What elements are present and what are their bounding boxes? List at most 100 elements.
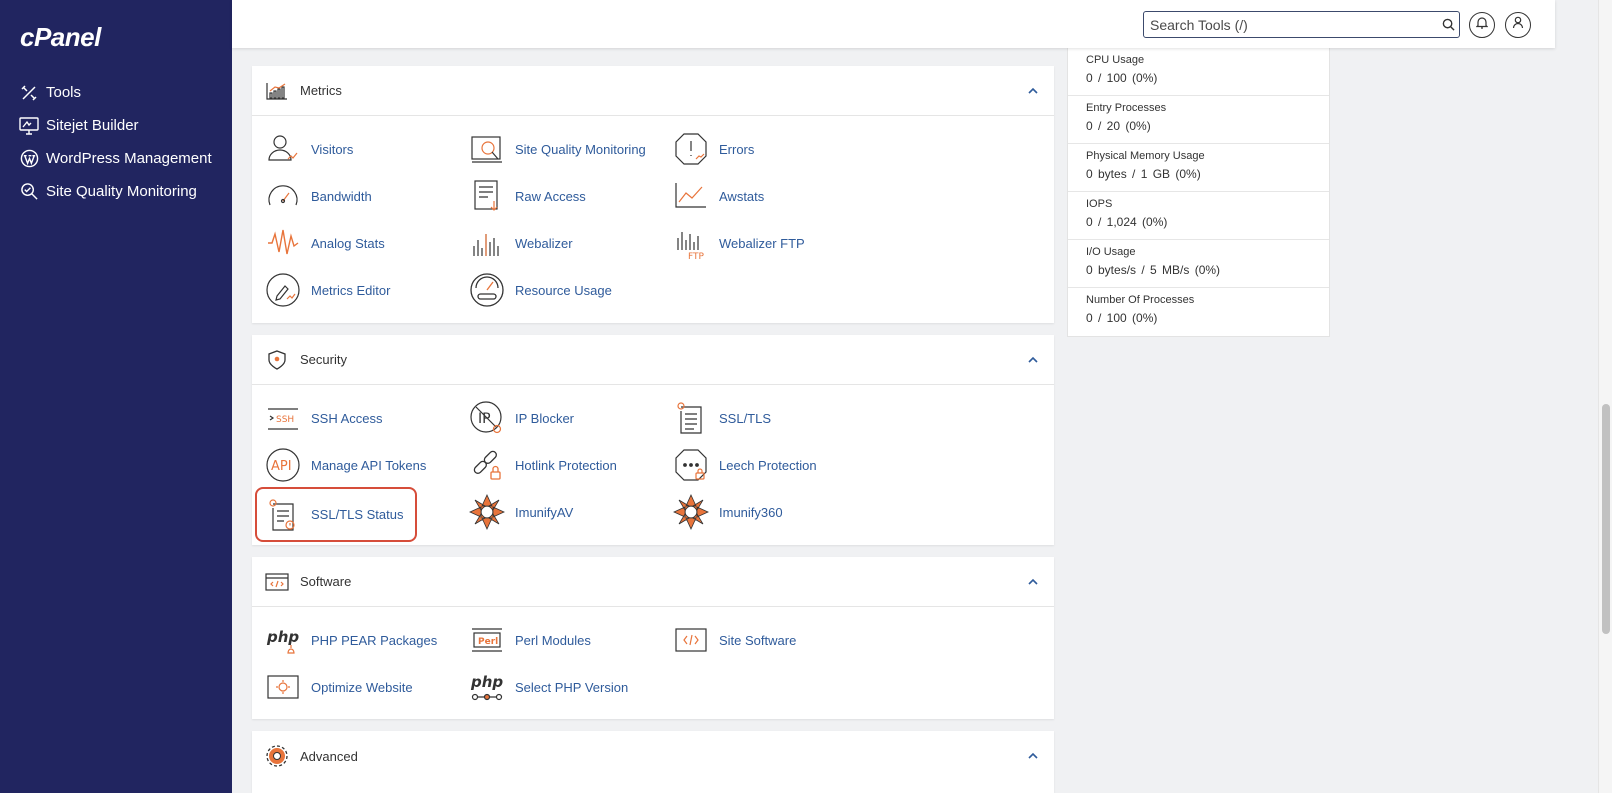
tool-bandwidth[interactable]: Bandwidth — [265, 176, 372, 216]
stat-value: 0 bytes/s / 5 MB/s (0%) — [1086, 263, 1221, 277]
webalizer-ftp-icon: FTP — [673, 225, 709, 261]
tool-errors[interactable]: Errors — [673, 129, 754, 169]
stat-physical-memory: Physical Memory Usage 0 bytes / 1 GB (0%… — [1068, 144, 1329, 192]
tool-site-quality-monitoring[interactable]: Site Quality Monitoring — [469, 129, 646, 169]
user-button[interactable] — [1505, 12, 1531, 38]
svg-text:IP: IP — [478, 411, 491, 427]
tool-php-pear-packages[interactable]: php PHP PEAR Packages — [265, 620, 437, 660]
chevron-up-icon[interactable] — [1026, 84, 1040, 98]
tool-resource-usage[interactable]: Resource Usage — [469, 270, 612, 310]
sidebar: cPanel Tools Sitejet Builder WordPress M… — [0, 0, 232, 793]
top-bar — [232, 0, 1555, 48]
stat-number-of-processes: Number Of Processes 0 / 100 (0%) — [1068, 288, 1329, 336]
tool-raw-access[interactable]: Raw Access — [469, 176, 586, 216]
svg-text:FTP: FTP — [688, 252, 705, 260]
stat-title: Physical Memory Usage — [1086, 150, 1205, 162]
tool-manage-api-tokens[interactable]: API Manage API Tokens — [265, 445, 426, 485]
software-panel: Software php PHP PEAR Packages Perl Perl… — [252, 557, 1054, 719]
sidebar-item-wordpress[interactable]: WordPress Management — [0, 142, 232, 175]
awstats-icon — [673, 178, 709, 214]
tool-awstats[interactable]: Awstats — [673, 176, 764, 216]
chevron-up-icon[interactable] — [1026, 575, 1040, 589]
search-icon[interactable] — [1437, 12, 1459, 37]
metrics-icon — [265, 79, 289, 103]
bell-icon — [1475, 16, 1489, 34]
metrics-panel: Metrics Visitors Site Quality Monitoring… — [252, 66, 1054, 323]
tool-webalizer-ftp[interactable]: FTP Webalizer FTP — [673, 223, 805, 263]
tool-ip-blocker[interactable]: IP IP Blocker — [469, 398, 574, 438]
visitors-icon — [265, 131, 301, 167]
cpanel-logo[interactable]: cPanel — [20, 22, 101, 53]
shield-icon — [265, 348, 289, 372]
tool-optimize-website[interactable]: Optimize Website — [265, 667, 413, 707]
svg-text:Perl: Perl — [478, 637, 498, 647]
software-header[interactable]: Software — [252, 557, 1054, 607]
svg-text:php: php — [266, 628, 299, 646]
tool-analog-stats[interactable]: Analog Stats — [265, 223, 385, 263]
software-icon — [265, 570, 289, 594]
tool-perl-modules[interactable]: Perl Perl Modules — [469, 620, 591, 660]
metrics-editor-icon — [265, 272, 301, 308]
statistics-panel: CPU Usage 0 / 100 (0%) Entry Processes 0… — [1067, 48, 1330, 337]
security-panel: Security SSH SSH Access IP IP Blocker SS… — [252, 335, 1054, 545]
tool-ssh-access[interactable]: SSH SSH Access — [265, 398, 383, 438]
scrollbar-thumb[interactable] — [1602, 404, 1610, 634]
tool-site-software[interactable]: Site Software — [673, 620, 796, 660]
tool-visitors[interactable]: Visitors — [265, 129, 353, 169]
svg-text:API: API — [271, 459, 292, 474]
sidebar-item-label: Sitejet Builder — [46, 117, 139, 134]
tool-select-php-version[interactable]: php Select PHP Version — [469, 667, 628, 707]
leech-icon — [673, 447, 709, 483]
ssl-certificate-icon — [673, 400, 709, 436]
stat-title: I/O Usage — [1086, 246, 1136, 258]
svg-text:SSH: SSH — [276, 415, 294, 425]
tool-metrics-editor[interactable]: Metrics Editor — [265, 270, 390, 310]
advanced-panel: Advanced — [252, 731, 1054, 793]
analog-stats-icon — [265, 225, 301, 261]
tool-imunifyav[interactable]: ImunifyAV — [469, 492, 573, 532]
tool-ssl-tls-status[interactable]: SSL/TLS Status — [255, 487, 417, 542]
notifications-button[interactable] — [1469, 12, 1495, 38]
chevron-up-icon[interactable] — [1026, 353, 1040, 367]
ip-blocker-icon: IP — [469, 400, 505, 436]
chevron-up-icon[interactable] — [1026, 749, 1040, 763]
security-header[interactable]: Security — [252, 335, 1054, 385]
tool-hotlink-protection[interactable]: Hotlink Protection — [469, 445, 617, 485]
site-software-icon — [673, 622, 709, 658]
sidebar-item-tools[interactable]: Tools — [0, 76, 232, 109]
gear-icon — [265, 744, 289, 768]
hotlink-icon — [469, 447, 505, 483]
advanced-header[interactable]: Advanced — [252, 731, 1054, 781]
php-pear-icon: php — [265, 622, 301, 658]
sidebar-item-site-quality[interactable]: Site Quality Monitoring — [0, 175, 232, 208]
sidebar-item-sitejet[interactable]: Sitejet Builder — [0, 109, 232, 142]
optimize-icon — [265, 669, 301, 705]
search-input[interactable] — [1144, 12, 1437, 37]
stat-value: 0 bytes / 1 GB (0%) — [1086, 167, 1201, 181]
page-scrollbar[interactable] — [1598, 0, 1612, 793]
tools-icon — [19, 83, 39, 103]
monitor-icon — [19, 116, 39, 136]
metrics-header[interactable]: Metrics — [252, 66, 1054, 116]
bandwidth-icon — [265, 178, 301, 214]
sidebar-item-label: Site Quality Monitoring — [46, 183, 197, 200]
section-title: Advanced — [300, 748, 358, 764]
tool-webalizer[interactable]: Webalizer — [469, 223, 573, 263]
tool-imunify360[interactable]: Imunify360 — [673, 492, 783, 532]
stat-io-usage: I/O Usage 0 bytes/s / 5 MB/s (0%) — [1068, 240, 1329, 288]
stat-value: 0 / 100 (0%) — [1086, 311, 1158, 325]
ssl-status-icon — [265, 497, 301, 533]
sidebar-item-label: Tools — [46, 84, 82, 101]
webalizer-icon — [469, 225, 505, 261]
stat-title: IOPS — [1086, 198, 1113, 210]
raw-access-icon — [469, 178, 505, 214]
user-icon — [1512, 16, 1524, 34]
stat-value: 0 / 20 (0%) — [1086, 119, 1151, 133]
errors-icon — [673, 131, 709, 167]
section-title: Metrics — [300, 83, 342, 98]
stat-title: CPU Usage — [1086, 54, 1145, 66]
section-title: Security — [300, 352, 347, 367]
tool-leech-protection[interactable]: Leech Protection — [673, 445, 817, 485]
imunify360-icon — [673, 494, 709, 530]
tool-ssl-tls[interactable]: SSL/TLS — [673, 398, 771, 438]
